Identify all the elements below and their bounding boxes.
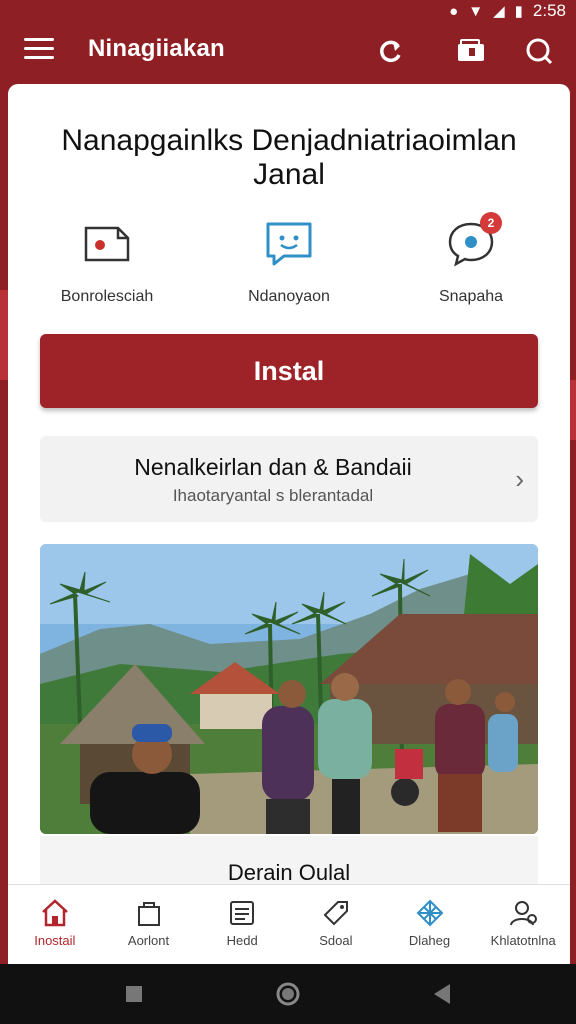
quick-action-label: Bonrolesciah	[60, 288, 154, 305]
user-icon	[510, 901, 538, 926]
nav-label: Khlatotnlna	[490, 933, 556, 948]
recent-apps-icon[interactable]	[120, 980, 148, 1008]
quick-action-messages[interactable]: 2 Snapaha	[386, 212, 556, 306]
nav-item-home[interactable]: Inostail	[8, 885, 102, 964]
search-icon[interactable]	[522, 34, 556, 68]
wifi-icon: ▼	[468, 2, 484, 20]
refresh-icon[interactable]	[374, 34, 408, 68]
status-time: 2:58	[532, 1, 566, 20]
battery-icon: ▮	[514, 3, 523, 20]
nav-item-tag[interactable]: Sdoal	[289, 885, 383, 964]
background-panel-right	[570, 380, 576, 440]
chevron-right-icon: ›	[515, 464, 524, 494]
signal-icon: ◢	[493, 3, 505, 20]
nav-label: Aorlont	[127, 933, 170, 948]
menu-icon[interactable]	[24, 38, 54, 62]
bag-icon	[137, 902, 160, 926]
info-row[interactable]: Nenalkeirlan dan & Bandaii Ihaotaryantal…	[40, 436, 538, 522]
nav-label: Dlaheg	[408, 933, 451, 948]
info-subtitle: Ihaotaryantal s blerantadal	[172, 486, 374, 505]
status-bar: ● ▼ ◢ ▮ 2:58	[0, 0, 576, 22]
quick-action-document[interactable]: Bonrolesciah	[22, 218, 192, 306]
document-icon	[82, 218, 132, 268]
status-icons: ● ▼ ◢ ▮ 2:58	[449, 1, 566, 21]
message-bubble-icon: 2	[446, 212, 502, 268]
notification-badge: 2	[480, 212, 502, 234]
photo-caption: Derain Oulal	[227, 860, 351, 884]
quick-action-label: Snapaha	[438, 288, 504, 305]
install-button[interactable]: Instal	[40, 334, 538, 408]
network-icon	[416, 899, 443, 927]
page-title: Nanapgainlks Denjadniatriaoimlan Janal	[61, 124, 517, 191]
chat-face-icon	[264, 218, 314, 268]
app-title: Ninagiiakan	[88, 35, 225, 62]
background-panel-left	[0, 290, 8, 380]
tag-icon	[323, 901, 348, 926]
back-icon[interactable]	[428, 980, 456, 1008]
wallet-icon[interactable]	[454, 34, 488, 68]
notification-icon: ●	[449, 2, 459, 20]
main-card: Nanapgainlks Denjadniatriaoimlan Janal B…	[8, 84, 570, 884]
home-button-icon[interactable]	[274, 980, 302, 1008]
nav-label: Inostail	[34, 933, 76, 948]
app-bar: Ninagiiakan	[0, 22, 576, 80]
nav-item-network[interactable]: Dlaheg	[383, 885, 477, 964]
nav-label: Hedd	[226, 933, 258, 948]
caption-card[interactable]: Derain Oulal	[40, 836, 538, 884]
bottom-nav: Inostail Aorlont Hedd Sdoal Dlaheg Khlat…	[8, 884, 570, 964]
nav-item-list[interactable]: Hedd	[195, 885, 289, 964]
info-title: Nenalkeirlan dan & Bandaii	[134, 454, 412, 480]
nav-label: Sdoal	[319, 933, 353, 948]
quick-action-chat[interactable]: Ndanoyaon	[204, 218, 374, 306]
village-photo[interactable]	[40, 544, 538, 834]
system-nav-bar	[0, 964, 576, 1024]
quick-action-label: Ndanoyaon	[248, 288, 330, 305]
home-icon	[41, 899, 68, 927]
list-icon	[230, 901, 255, 925]
nav-item-bag[interactable]: Aorlont	[102, 885, 196, 964]
nav-item-user[interactable]: Khlatotnlna	[476, 885, 570, 964]
